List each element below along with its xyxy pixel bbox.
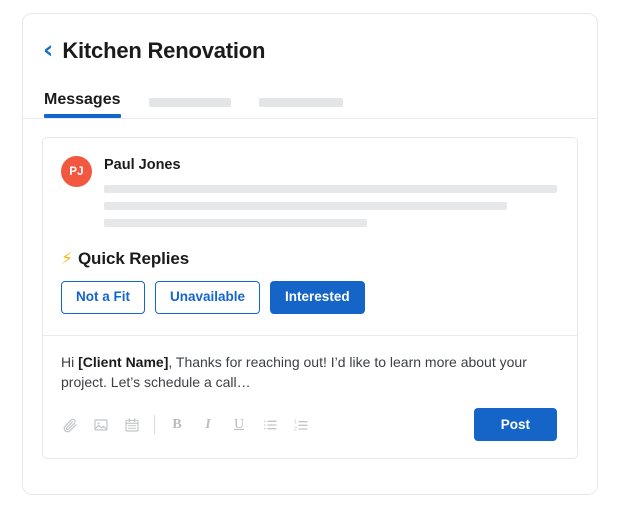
image-icon[interactable]: [92, 416, 110, 434]
message-placeholder-line: [104, 202, 507, 210]
toolbar-insert-group: [61, 416, 141, 434]
tab-bar: Messages: [43, 86, 577, 118]
svg-text:1: 1: [294, 419, 297, 425]
svg-text:2: 2: [294, 426, 297, 432]
italic-icon[interactable]: I: [199, 416, 217, 434]
message-block: PJ Paul Jones: [43, 138, 577, 249]
bold-icon[interactable]: B: [168, 416, 186, 434]
page-title: Kitchen Renovation: [62, 38, 265, 64]
quick-replies-section: ⚡ Quick Replies Not a Fit Unavailable In…: [43, 249, 577, 335]
composer-text[interactable]: Hi [Client Name], Thanks for reaching ou…: [61, 352, 541, 393]
quick-reply-not-a-fit-button[interactable]: Not a Fit: [61, 281, 145, 314]
message-placeholder-line: [104, 185, 557, 193]
toolbar-format-group: B I U 12: [168, 416, 310, 434]
tab-placeholder-1[interactable]: [149, 98, 231, 107]
tab-placeholder-2[interactable]: [259, 98, 343, 107]
numbered-list-icon[interactable]: 12: [292, 416, 310, 434]
composer: Hi [Client Name], Thanks for reaching ou…: [43, 335, 577, 458]
title-row: ‹ Kitchen Renovation: [43, 36, 577, 66]
attachment-icon[interactable]: [61, 416, 79, 434]
header: ‹ Kitchen Renovation Messages: [23, 14, 597, 118]
quick-replies-heading: ⚡ Quick Replies: [61, 249, 557, 269]
tab-messages-label: Messages: [44, 91, 121, 108]
toolbar-divider: [154, 415, 155, 434]
message-card: PJ Paul Jones ⚡ Quick Replies Not a Fit: [42, 137, 578, 459]
composer-toolbar: B I U 12 Post: [61, 408, 557, 441]
underline-icon[interactable]: U: [230, 416, 248, 434]
quick-reply-unavailable-button[interactable]: Unavailable: [155, 281, 260, 314]
bulleted-list-icon[interactable]: [261, 416, 279, 434]
post-button[interactable]: Post: [474, 408, 557, 441]
calendar-icon[interactable]: [123, 416, 141, 434]
chevron-left-icon[interactable]: ‹: [43, 37, 53, 62]
avatar: PJ: [61, 156, 92, 187]
composer-text-placeholder-token: [Client Name]: [78, 354, 168, 370]
sender-name: Paul Jones: [104, 157, 557, 173]
quick-replies-title: Quick Replies: [78, 249, 189, 269]
lightning-bolt-icon: ⚡: [61, 251, 73, 268]
quick-replies-buttons: Not a Fit Unavailable Interested: [61, 281, 557, 314]
body: PJ Paul Jones ⚡ Quick Replies Not a Fit: [23, 119, 597, 479]
quick-reply-interested-button[interactable]: Interested: [270, 281, 365, 314]
tab-messages[interactable]: Messages: [44, 91, 121, 118]
message-content: Paul Jones: [104, 156, 557, 227]
message-placeholder-line: [104, 219, 367, 227]
composer-text-prefix: Hi: [61, 354, 78, 370]
sender-row: PJ Paul Jones: [61, 156, 557, 227]
main-card: ‹ Kitchen Renovation Messages PJ Paul Jo…: [22, 13, 598, 495]
